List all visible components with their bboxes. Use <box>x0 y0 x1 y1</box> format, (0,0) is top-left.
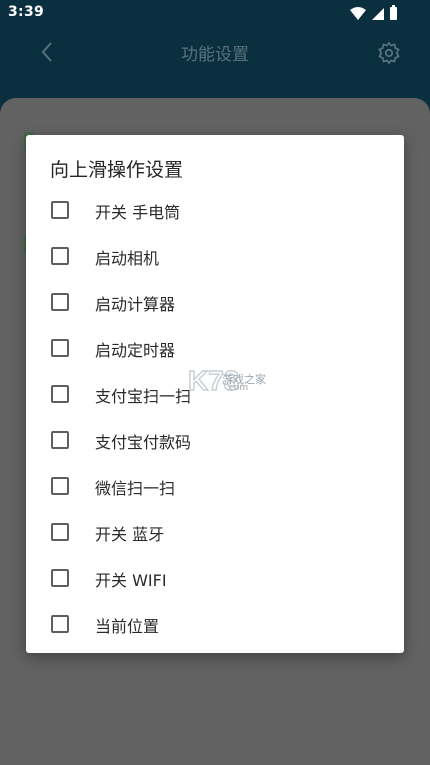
option-alipay-paycode[interactable]: 支付宝付款码 <box>26 416 404 462</box>
app-bar: 功能设置 <box>0 26 430 78</box>
option-flashlight[interactable]: 开关 手电筒 <box>26 186 404 232</box>
checkbox[interactable] <box>51 293 69 311</box>
watermark-subtext: .com <box>226 383 249 393</box>
option-label: 开关 WIFI <box>95 571 167 590</box>
checkbox[interactable] <box>51 615 69 633</box>
option-bluetooth[interactable]: 开关 蓝牙 <box>26 508 404 554</box>
option-label: 支付宝付款码 <box>95 433 192 452</box>
option-label: 启动计算器 <box>95 295 176 314</box>
checkbox[interactable] <box>51 385 69 403</box>
checkbox[interactable] <box>51 201 69 219</box>
option-location[interactable]: 当前位置 <box>26 600 404 646</box>
checkbox[interactable] <box>51 431 69 449</box>
option-wechat-scan[interactable]: 微信扫一扫 <box>26 462 404 508</box>
wifi-icon <box>350 7 366 20</box>
option-label: 开关 手电筒 <box>95 203 181 222</box>
battery-icon <box>390 5 397 20</box>
option-label: 启动定时器 <box>95 341 176 360</box>
option-wifi[interactable]: 开关 WIFI <box>26 554 404 600</box>
option-label: 支付宝扫一扫 <box>95 387 192 406</box>
signal-icon <box>372 8 384 20</box>
option-label: 启动相机 <box>95 249 160 268</box>
checkbox[interactable] <box>51 523 69 541</box>
option-label: 当前位置 <box>95 617 160 636</box>
option-label: 开关 蓝牙 <box>95 525 165 544</box>
checkbox[interactable] <box>51 477 69 495</box>
option-calculator[interactable]: 启动计算器 <box>26 278 404 324</box>
checkbox[interactable] <box>51 569 69 587</box>
gear-icon <box>378 41 400 65</box>
status-bar: 3:39 <box>0 0 430 26</box>
checkbox[interactable] <box>51 247 69 265</box>
option-camera[interactable]: 启动相机 <box>26 232 404 278</box>
dialog-title: 向上滑操作设置 <box>50 159 184 181</box>
status-time: 3:39 <box>8 4 45 20</box>
page-title: 功能设置 <box>181 45 249 65</box>
settings-button[interactable] <box>374 38 404 68</box>
option-list: 开关 手电筒 启动相机 启动计算器 启动定时器 支付宝扫一扫 支付宝付款码 微信… <box>26 186 404 646</box>
status-icons <box>350 5 397 20</box>
option-label: 微信扫一扫 <box>95 479 176 498</box>
checkbox[interactable] <box>51 339 69 357</box>
